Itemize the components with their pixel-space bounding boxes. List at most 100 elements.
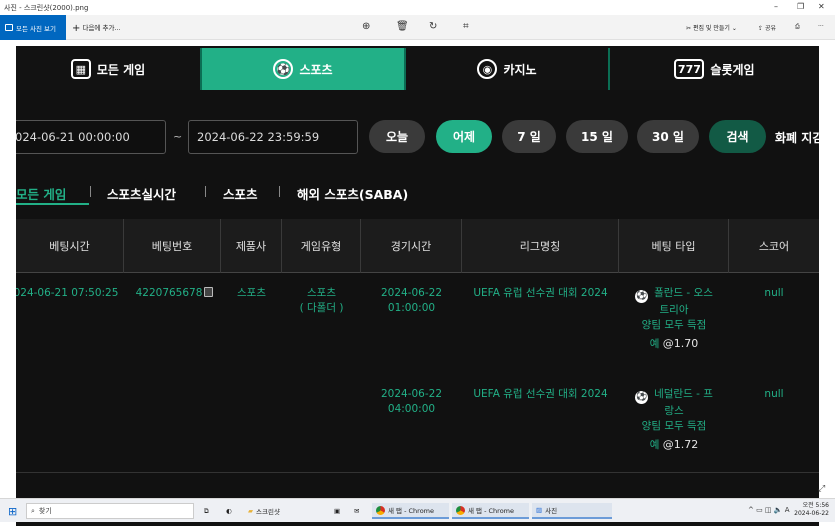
row-divider (16, 472, 819, 473)
taskbar-app-chrome-2[interactable]: 새 탭 - Chrome (452, 503, 529, 519)
photos-icon: ▨ (536, 506, 543, 514)
market-name: 양팀 모두 득점 (641, 319, 707, 331)
windows-taskbar: ⊞ ⌕ 찾기 ⧉ ◐ ▰ 스크린샷 ▣ ✉ 새 탭 - Chrome 새 탭 -… (0, 498, 835, 522)
taskbar-clock[interactable]: 오전 5:56 2024-06-22 (794, 502, 829, 518)
match-time-cell: 2024-06-22 01:00:00 (361, 286, 462, 316)
plus-icon: + (72, 23, 81, 34)
market-name: 양팀 모두 득점 (641, 420, 707, 432)
bet-type-cell: ⚽ 폴란드 - 오스 트리아 양팀 모두 득점 예 @1.70 (619, 286, 729, 352)
match-date: 2024-06-22 (380, 287, 443, 299)
match-teams-cont: 트리아 (659, 304, 689, 316)
yesterday-button[interactable]: 어제 (436, 120, 492, 153)
date-range-separator: ~ (173, 130, 183, 143)
maximize-button[interactable]: ❐ (797, 2, 804, 11)
15-days-button[interactable]: 15 일 (566, 120, 628, 153)
taskbar-app-photos[interactable]: ▨ 사진 (532, 503, 612, 519)
chevron-down-icon: ⌄ (731, 25, 737, 32)
end-datetime-input[interactable]: 2024-06-22 23:59:59 (188, 120, 358, 154)
match-time: 04:00:00 (387, 403, 436, 415)
zoom-icon[interactable]: ⊕ (362, 21, 370, 32)
currency-label[interactable]: 화폐 지김 (775, 129, 819, 146)
7-days-button[interactable]: 7 일 (502, 120, 556, 153)
header-bet-number: 베팅번호 (124, 219, 221, 273)
tab-sports[interactable]: ⚽ 스포츠 (202, 48, 406, 90)
30-days-button[interactable]: 30 일 (637, 120, 699, 153)
match-teams-cont: 랑스 (664, 405, 684, 417)
chrome-icon (456, 505, 465, 515)
start-datetime-input[interactable]: 024-06-21 00:00:00 (16, 120, 166, 154)
subtab-overseas-sports[interactable]: 해외 스포츠(SABA) (297, 184, 408, 203)
bet-number-text: 4220765678 (135, 287, 203, 299)
add-to-button[interactable]: + 다음에 추가... (72, 22, 121, 34)
game-category-tabs: ▦ 모든 게임 ⚽ 스포츠 ◉ 카지노 777 슬롯게임 (16, 48, 819, 90)
add-to-label: 다음에 추가... (82, 24, 121, 32)
print-icon[interactable]: ⎙ (795, 23, 800, 31)
odds: @1.70 (662, 337, 699, 350)
close-button[interactable]: ✕ (818, 2, 825, 11)
header-score: 스코어 (758, 240, 790, 253)
search-icon: ⌕ (31, 506, 35, 515)
minimize-button[interactable]: – (774, 2, 778, 11)
subtab-divider (205, 186, 206, 197)
bet-history-subtabs: 모든 게임 스포츠실시간 스포츠 해외 스포츠(SABA) (16, 182, 819, 210)
search-button[interactable]: 검색 (709, 120, 766, 153)
subtab-sports-live[interactable]: 스포츠실시간 (107, 184, 176, 203)
window-titlebar: 사진 - 스크린샷(2000).png – ❐ ✕ (0, 0, 835, 15)
soccer-ball-icon: ⚽ (635, 290, 649, 303)
selection: 예 (649, 439, 660, 451)
crop-icon[interactable]: ⌗ (463, 21, 469, 32)
subtab-sports[interactable]: 스포츠 (223, 184, 258, 203)
subtab-divider (279, 186, 280, 197)
slot-machine-icon: 777 (674, 59, 705, 79)
rotate-icon[interactable]: ↻ (429, 21, 437, 32)
windows-start-icon[interactable]: ⊞ (8, 505, 17, 518)
system-tray-icons[interactable]: ^ ▭ ◫ 🔈 A (748, 506, 790, 514)
soccer-ball-icon: ⚽ (635, 391, 649, 404)
taskbar-app-chrome-1[interactable]: 새 탭 - Chrome (372, 503, 449, 519)
header-bet-type: 베팅 타입 (619, 219, 729, 273)
score-cell: null (764, 388, 784, 400)
taskbar-app-label: 새 탭 - Chrome (468, 507, 514, 515)
subtab-divider (90, 186, 91, 197)
photos-toolbar: 모든 사진 보기 + 다음에 추가... ⊕ 🗑 ↻ ⌗ ✂ 편집 및 만들기 … (0, 15, 835, 40)
bet-number-cell: 4220765678 (126, 286, 223, 301)
copy-icon[interactable] (204, 287, 214, 297)
header-bet-time: 베팅시간 (16, 219, 124, 273)
expand-icon[interactable]: ⤢ (818, 484, 825, 494)
clock-date: 2024-06-22 (794, 510, 829, 517)
all-photos-button[interactable]: 모든 사진 보기 (0, 15, 66, 40)
bet-time-cell: 024-06-21 07:50:25 (16, 287, 119, 299)
today-button[interactable]: 오늘 (369, 120, 425, 153)
mail-icon[interactable]: ✉ (350, 503, 363, 519)
tab-all-games[interactable]: ▦ 모든 게임 (16, 48, 202, 90)
more-button[interactable]: ··· (818, 23, 824, 30)
match-date: 2024-06-22 (380, 388, 443, 400)
store-icon[interactable]: ▣ (330, 503, 344, 519)
match-teams: 폴란드 - 오스 (654, 287, 713, 299)
share-button[interactable]: ⇪ 공유 (758, 23, 776, 32)
provider-cell: 스포츠 (237, 287, 266, 299)
share-icon: ⇪ (758, 25, 764, 32)
edge-icon[interactable]: ◐ (222, 503, 236, 519)
date-filter-bar: 024-06-21 00:00:00 ~ 2024-06-22 23:59:59… (16, 118, 819, 154)
header-match-time: 경기시간 (361, 219, 462, 273)
task-view-icon[interactable]: ⧉ (200, 503, 213, 519)
tab-casino[interactable]: ◉ 카지노 (406, 48, 610, 90)
soccer-ball-icon: ⚽ (273, 59, 294, 79)
screenshot-image: ▦ 모든 게임 ⚽ 스포츠 ◉ 카지노 777 슬롯게임 024-06-21 0… (16, 46, 819, 526)
taskbar-search[interactable]: ⌕ 찾기 (26, 503, 194, 519)
score-cell: null (764, 287, 784, 299)
bet-type-cell: ⚽ 네덜란드 - 프 랑스 양팀 모두 득점 예 @1.72 (619, 387, 729, 453)
delete-icon[interactable]: 🗑 (396, 21, 409, 32)
taskbar-app-explorer[interactable]: ▰ 스크린샷 (244, 503, 326, 519)
input-language: A (784, 506, 790, 514)
match-time: 01:00:00 (387, 302, 436, 314)
taskbar-app-label: 사진 (545, 507, 558, 515)
tab-slot-games[interactable]: 777 슬롯게임 (610, 48, 819, 90)
bet-table-header: 베팅시간 베팅번호 제품사 게임유형 경기시간 리그명칭 베팅 타입 스코어 (16, 219, 819, 273)
tab-label: 스포츠 (299, 62, 333, 77)
edit-create-button[interactable]: ✂ 편집 및 만들기 ⌄ (686, 23, 737, 32)
clock-time: 오전 5:56 (802, 502, 829, 509)
chip-icon: ◉ (477, 59, 498, 79)
subtab-all-games[interactable]: 모든 게임 (16, 184, 66, 203)
